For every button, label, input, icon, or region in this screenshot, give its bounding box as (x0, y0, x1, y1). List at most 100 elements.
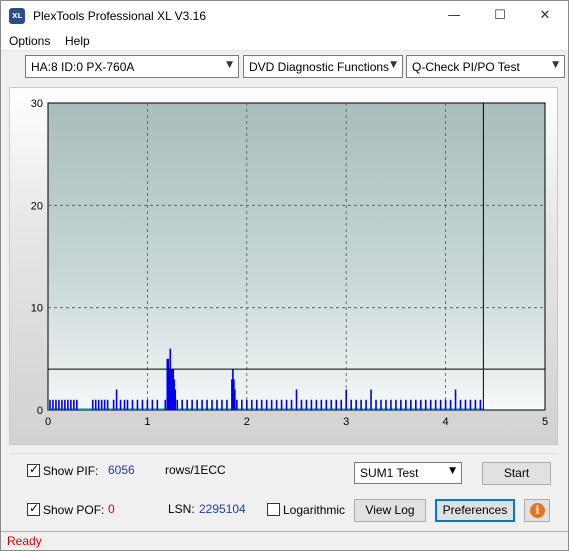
chevron-down-icon: ▼ (552, 60, 559, 70)
data-bar (464, 399, 467, 410)
data-bar (370, 389, 372, 410)
data-bar (335, 399, 338, 410)
data-bar (295, 389, 298, 410)
start-button[interactable]: Start (482, 462, 551, 485)
data-bar (345, 389, 347, 410)
info-button[interactable]: i (524, 499, 550, 522)
data-bar (405, 399, 407, 410)
x-tick-label: 4 (443, 416, 449, 428)
drive-select[interactable]: HA:8 ID:0 PX-760A ▼ (25, 55, 239, 78)
show-pof-checkbox[interactable]: ✓ (27, 501, 40, 516)
data-bar (174, 389, 177, 410)
data-bar (91, 399, 94, 410)
minimize-button[interactable]: — (431, 1, 477, 31)
data-bar (115, 389, 118, 410)
checkmark-icon: ✓ (29, 462, 40, 476)
data-bar (181, 399, 183, 410)
y-tick-label: 20 (31, 200, 43, 212)
y-tick-label: 30 (31, 98, 43, 110)
data-bar (360, 399, 362, 410)
data-bar (260, 399, 263, 410)
lsn-label: LSN: (168, 502, 195, 516)
close-button[interactable]: ✕ (522, 1, 568, 31)
data-bar (156, 399, 159, 410)
lsn-value: 2295104 (199, 502, 246, 516)
data-bar (216, 399, 218, 410)
data-bar (385, 399, 387, 410)
data-bar (67, 399, 69, 410)
data-bar (126, 399, 129, 410)
data-bar (61, 399, 63, 410)
show-pif-label: Show PIF: (43, 464, 99, 478)
function-select[interactable]: DVD Diagnostic Functions ▼ (243, 55, 403, 78)
chevron-down-icon: ▼ (226, 60, 233, 70)
x-tick-label: 5 (542, 416, 548, 428)
title-bar: XL PlexTools Professional XL V3.16 — ☐ ✕ (1, 1, 568, 31)
data-bar (103, 399, 106, 410)
info-icon: i (530, 503, 545, 518)
x-tick-label: 3 (343, 416, 349, 428)
app-window: XL PlexTools Professional XL V3.16 — ☐ ✕… (0, 0, 569, 551)
sum-test-select[interactable]: SUM1 Test ▼ (354, 462, 462, 484)
plextools-logo-icon: XL (9, 8, 25, 24)
data-bar (365, 399, 367, 410)
data-bar (255, 399, 258, 410)
data-bar (395, 399, 397, 410)
data-bar (151, 399, 154, 410)
test-select-value: Q-Check PI/PO Test (412, 60, 520, 74)
control-panel: ✓ Show PIF: 6056 rows/1ECC SUM1 Test ▼ S… (9, 453, 558, 527)
data-bar (49, 399, 51, 410)
menu-help[interactable]: Help (65, 34, 90, 48)
data-bar (419, 399, 422, 410)
data-bar (429, 399, 432, 410)
status-text: Ready (7, 534, 42, 548)
data-bar (270, 399, 273, 410)
data-bar (146, 399, 149, 410)
window-title: PlexTools Professional XL V3.16 (33, 9, 206, 23)
data-bar (164, 399, 167, 410)
menu-bar: Options Help (1, 31, 568, 51)
test-select[interactable]: Q-Check PI/PO Test ▼ (406, 55, 565, 78)
chart-panel: 0 1 2 3 4 5 0 10 20 30 (9, 87, 558, 445)
data-bar (186, 399, 188, 410)
data-bar (340, 399, 343, 410)
menu-options[interactable]: Options (9, 34, 50, 48)
data-bar (380, 399, 382, 410)
sum-test-value: SUM1 Test (360, 466, 419, 480)
function-select-value: DVD Diagnostic Functions (249, 60, 390, 74)
data-bar (55, 399, 57, 410)
pi-po-chart: 0 1 2 3 4 5 0 10 20 30 (31, 98, 548, 428)
data-bar (350, 399, 352, 410)
data-bar (106, 399, 109, 410)
x-tick-label: 2 (244, 416, 250, 428)
data-bar (444, 399, 447, 410)
status-bar: Ready (1, 531, 568, 550)
data-bar (469, 399, 472, 410)
preferences-button[interactable]: Preferences (435, 499, 515, 522)
maximize-button[interactable]: ☐ (477, 1, 523, 31)
data-bar (97, 399, 100, 410)
data-bar (265, 399, 268, 410)
data-bar (275, 399, 278, 410)
data-bar (226, 399, 228, 410)
data-bar (211, 399, 213, 410)
data-bar (375, 399, 377, 410)
data-bar (119, 399, 122, 410)
data-bar (201, 399, 203, 410)
chevron-down-icon: ▼ (390, 60, 397, 70)
x-tick-label: 0 (45, 416, 51, 428)
checkmark-icon: ✓ (29, 501, 40, 515)
logarithmic-label: Logarithmic (283, 503, 346, 517)
data-bar (320, 399, 323, 410)
view-log-button[interactable]: View Log (354, 499, 426, 522)
show-pif-checkbox[interactable]: ✓ (27, 462, 40, 477)
data-bar (410, 399, 412, 410)
data-bar (479, 399, 482, 410)
data-bar (206, 399, 208, 410)
drive-select-value: HA:8 ID:0 PX-760A (31, 60, 135, 74)
rows-label: rows/1ECC (165, 463, 226, 477)
data-bar (64, 399, 66, 410)
plot-area (47, 102, 546, 411)
data-bar (434, 399, 437, 410)
logarithmic-checkbox[interactable] (267, 503, 280, 516)
